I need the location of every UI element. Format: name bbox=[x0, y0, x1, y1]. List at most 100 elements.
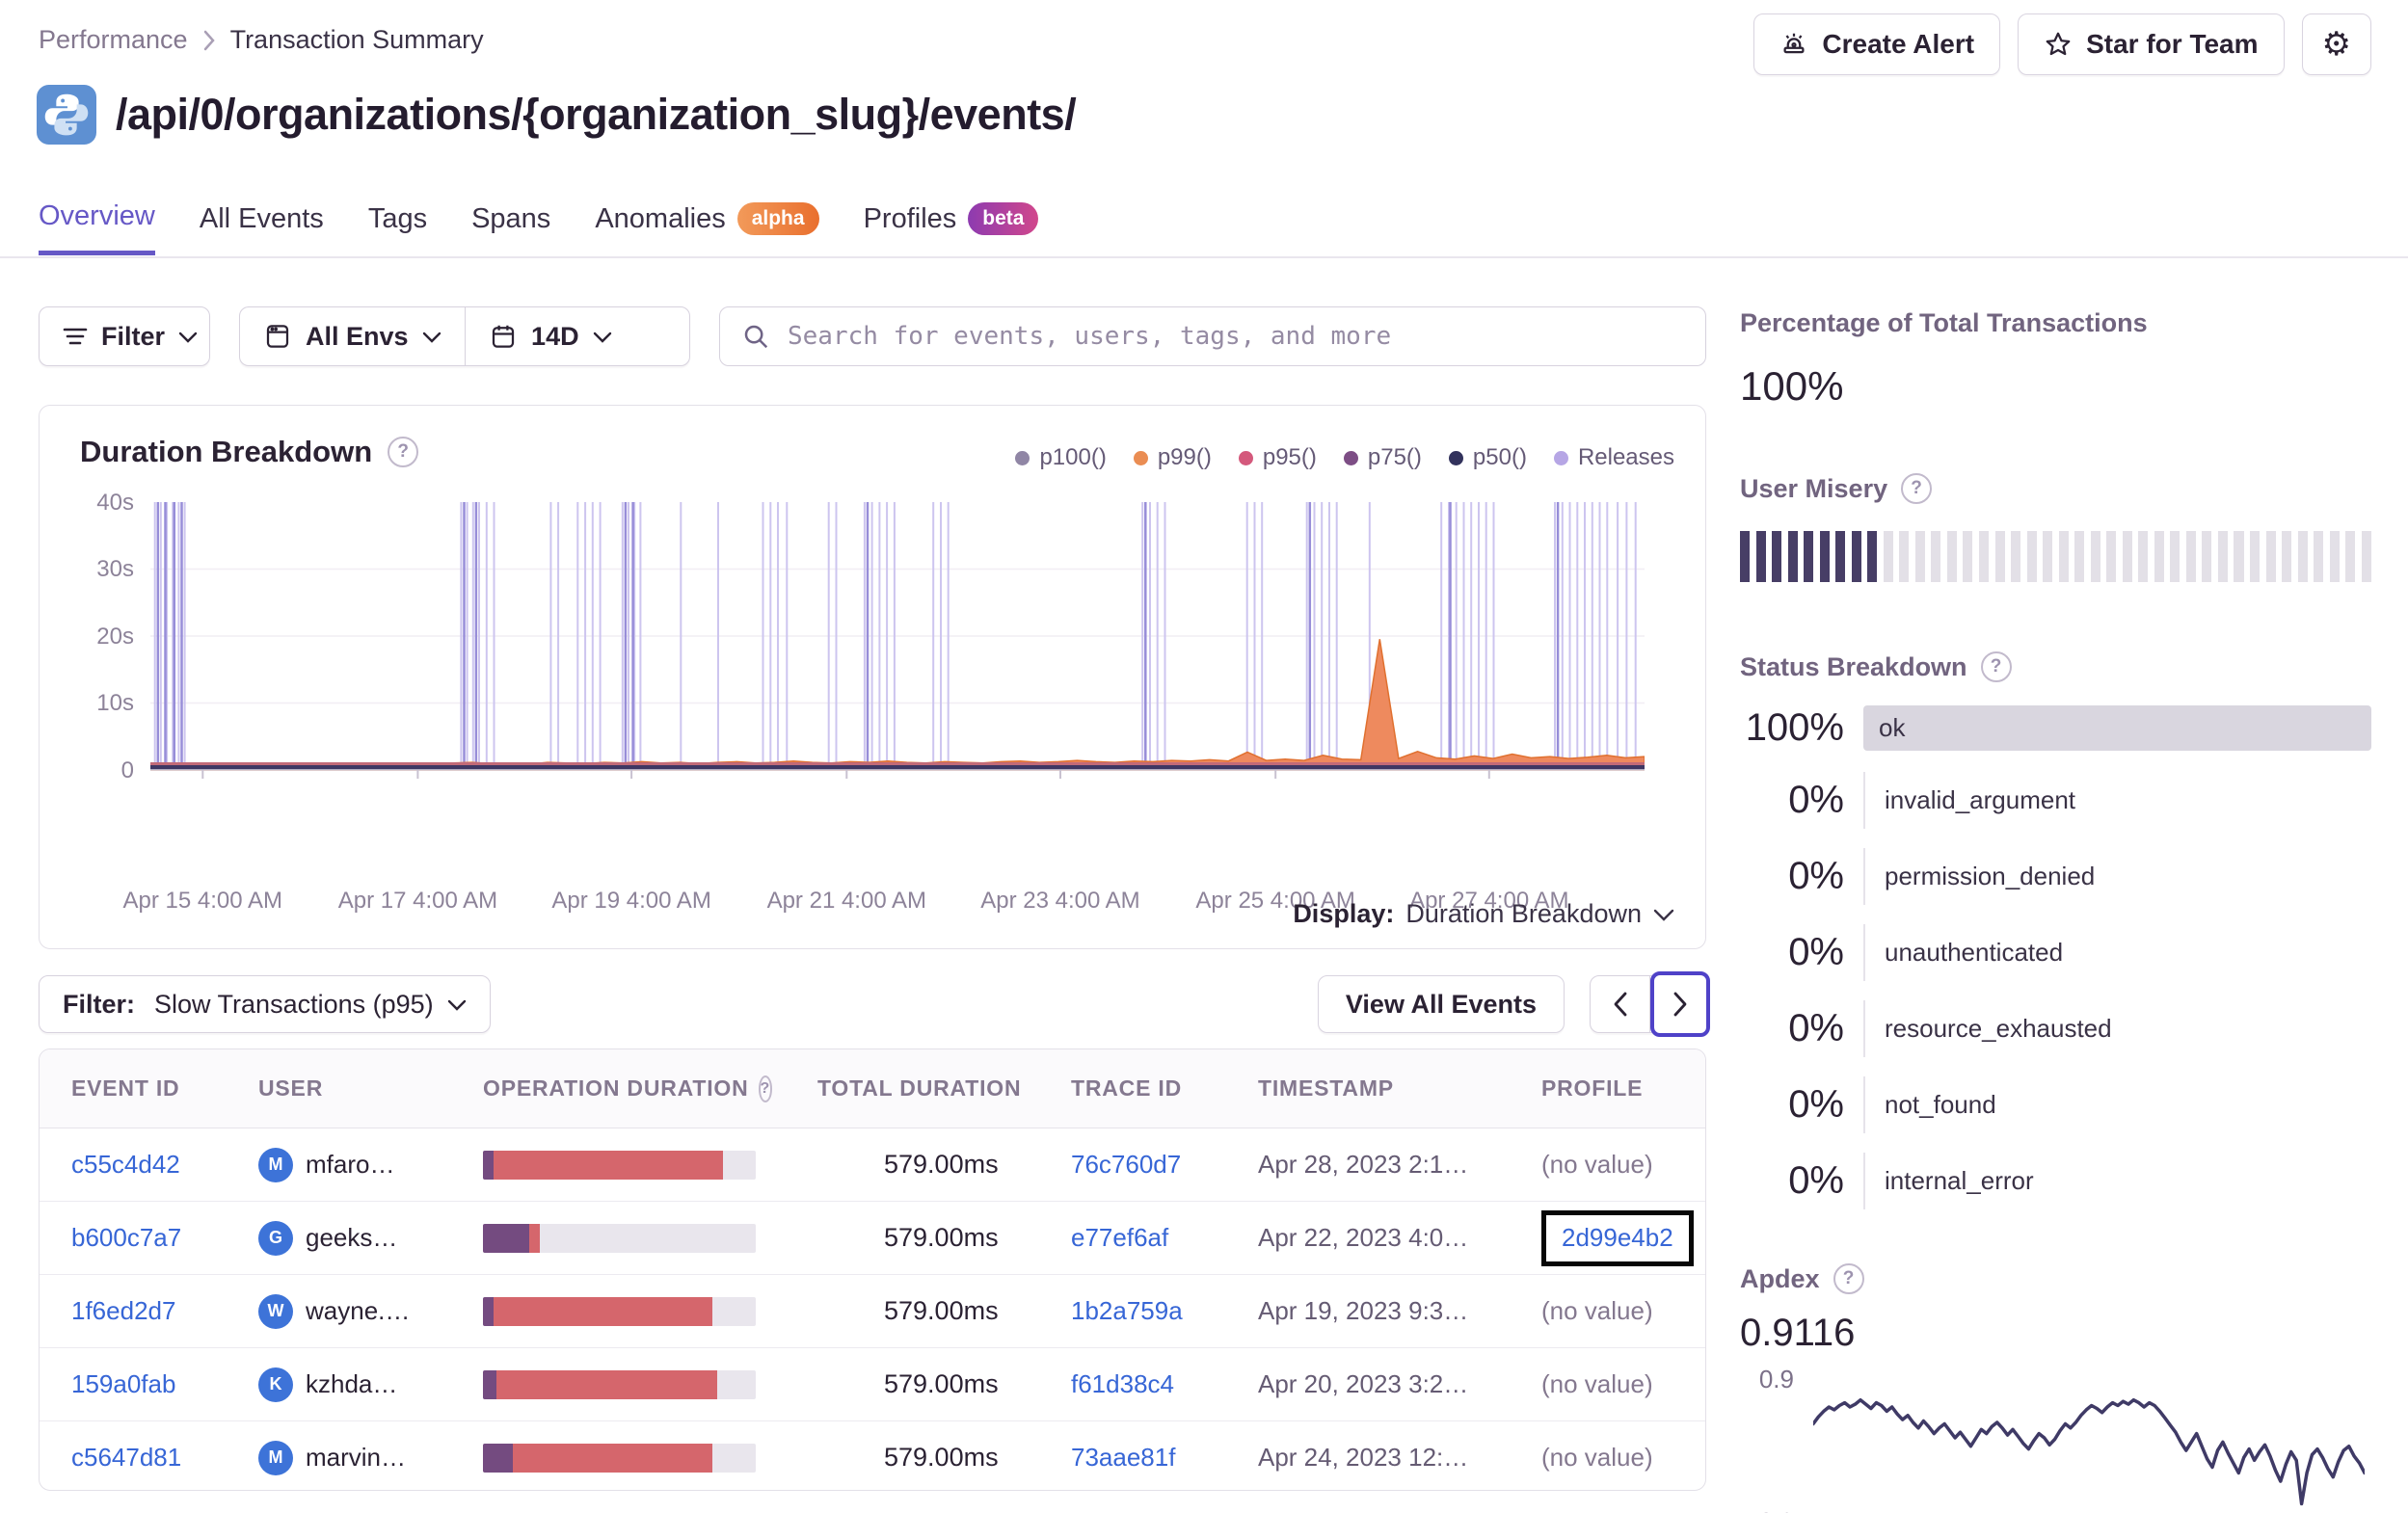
legend-releases[interactable]: Releases bbox=[1553, 444, 1674, 471]
status-breakdown-label: Status Breakdown bbox=[1740, 651, 1967, 681]
next-page-button[interactable] bbox=[1650, 971, 1710, 1037]
status-label: not_found bbox=[1863, 1076, 2371, 1133]
operation-duration-bar bbox=[483, 1150, 756, 1180]
column-header-user[interactable]: USER bbox=[239, 1075, 478, 1102]
tab-overview[interactable]: Overview bbox=[39, 200, 155, 255]
spark-y-bottom: 0.8 bbox=[1740, 1507, 1794, 1513]
total-transactions-value: 100% bbox=[1740, 363, 1844, 409]
settings-button[interactable]: ⚙ bbox=[2301, 13, 2371, 75]
table-row: b600c7a7 Ggeeks… 579.00ms e77ef6af Apr 2… bbox=[40, 1202, 1705, 1275]
timestamp: Apr 22, 2023 4:0… bbox=[1258, 1223, 1469, 1252]
column-header-total-duration[interactable]: TOTAL DURATION bbox=[772, 1075, 1052, 1102]
environment-label: All Envs bbox=[306, 321, 409, 351]
date-range-dropdown[interactable]: 14D bbox=[466, 307, 635, 365]
trace-id-link[interactable]: e77ef6af bbox=[1071, 1223, 1168, 1252]
status-label: permission_denied bbox=[1863, 848, 2371, 905]
total-transactions-section: Percentage of Total Transactions 100% bbox=[1740, 308, 2371, 410]
create-alert-button[interactable]: Create Alert bbox=[1753, 13, 2001, 75]
duration-breakdown-panel: Duration Breakdown ? p100() p99() p95() … bbox=[39, 405, 1706, 949]
column-header-event-id[interactable]: EVENT ID bbox=[40, 1075, 239, 1102]
environment-dropdown[interactable]: All Envs bbox=[240, 307, 465, 365]
legend-dot bbox=[1015, 450, 1030, 465]
event-id-link[interactable]: c5647d81 bbox=[71, 1443, 181, 1472]
help-icon[interactable]: ? bbox=[1901, 473, 1933, 504]
status-label: unauthenticated bbox=[1863, 924, 2371, 981]
event-id-link[interactable]: 159a0fab bbox=[71, 1369, 175, 1398]
user-avatar: G bbox=[258, 1220, 293, 1256]
highlight-target-box: 2d99e4b2 bbox=[1541, 1209, 1694, 1266]
profile-link[interactable]: 2d99e4b2 bbox=[1562, 1223, 1673, 1252]
profile-value: (no value) bbox=[1541, 1443, 1653, 1472]
tab-anomalies[interactable]: Anomalies alpha bbox=[595, 200, 819, 255]
column-header-profile[interactable]: PROFILE bbox=[1503, 1075, 1705, 1102]
spark-y-top: 0.9 bbox=[1758, 1365, 1794, 1394]
operation-duration-bar bbox=[483, 1443, 756, 1473]
event-id-link[interactable]: b600c7a7 bbox=[71, 1223, 181, 1252]
legend-p95[interactable]: p95() bbox=[1238, 444, 1317, 471]
tab-tags[interactable]: Tags bbox=[368, 200, 427, 255]
help-icon[interactable]: ? bbox=[1980, 651, 2012, 682]
breadcrumb-performance[interactable]: Performance bbox=[39, 25, 188, 55]
y-axis-tick: 0 bbox=[120, 757, 134, 783]
table-header-row: EVENT ID USER OPERATION DURATION? TOTAL … bbox=[40, 1049, 1705, 1128]
trace-id-link[interactable]: 1b2a759a bbox=[1071, 1296, 1183, 1325]
star-icon bbox=[2044, 30, 2073, 59]
legend-p100[interactable]: p100() bbox=[1015, 444, 1107, 471]
status-list: 100% ok 0% invalid_argument 0% permissio… bbox=[1740, 705, 2371, 1209]
help-icon[interactable]: ? bbox=[758, 1075, 773, 1102]
tab-all-events[interactable]: All Events bbox=[200, 200, 324, 255]
x-axis-tick: Apr 19 4:00 AM bbox=[551, 888, 711, 914]
trace-id-link[interactable]: 73aae81f bbox=[1071, 1443, 1175, 1472]
table-row: 1f6ed2d7 Wwayne.… 579.00ms 1b2a759a Apr … bbox=[40, 1275, 1705, 1348]
filter-dropdown[interactable]: Filter bbox=[39, 306, 210, 366]
column-header-timestamp[interactable]: TIMESTAMP bbox=[1238, 1075, 1503, 1102]
apdex-value: 0.9116 bbox=[1740, 1312, 1856, 1354]
operation-duration-bar bbox=[483, 1223, 756, 1253]
search-bar[interactable] bbox=[719, 306, 1706, 366]
status-pct: 0% bbox=[1788, 779, 1844, 821]
display-dropdown[interactable]: Display: Duration Breakdown bbox=[1293, 899, 1674, 929]
filter-lines-icon bbox=[63, 326, 88, 347]
event-id-link[interactable]: 1f6ed2d7 bbox=[71, 1296, 175, 1325]
breadcrumb-transaction-summary: Transaction Summary bbox=[229, 25, 484, 54]
legend-p50[interactable]: p50() bbox=[1448, 444, 1527, 471]
help-icon[interactable]: ? bbox=[1833, 1263, 1864, 1294]
help-icon[interactable]: ? bbox=[388, 437, 419, 467]
event-id-link[interactable]: c55c4d42 bbox=[71, 1150, 180, 1179]
toolbar-right: View All Events bbox=[1317, 971, 1710, 1037]
search-input[interactable] bbox=[786, 321, 1684, 352]
trace-id-link[interactable]: f61d38c4 bbox=[1071, 1369, 1174, 1398]
view-all-events-button[interactable]: View All Events bbox=[1317, 975, 1565, 1033]
status-label: resource_exhausted bbox=[1863, 1000, 2371, 1057]
alpha-badge: alpha bbox=[736, 202, 819, 235]
tab-profiles[interactable]: Profiles beta bbox=[864, 200, 1039, 255]
legend-p75[interactable]: p75() bbox=[1343, 444, 1422, 471]
filter-label: Filter bbox=[101, 321, 166, 351]
slow-transactions-filter[interactable]: Filter: Slow Transactions (p95) bbox=[39, 975, 491, 1033]
status-row-not-found: 0% not_found bbox=[1740, 1076, 2371, 1133]
previous-page-button[interactable] bbox=[1591, 976, 1650, 1032]
operation-duration-bar bbox=[483, 1369, 756, 1399]
user-name: wayne.… bbox=[306, 1296, 411, 1325]
total-transactions-label: Percentage of Total Transactions bbox=[1740, 308, 2148, 337]
status-row-invalid-argument: 0% invalid_argument bbox=[1740, 772, 2371, 829]
star-for-team-button[interactable]: Star for Team bbox=[2018, 13, 2285, 75]
status-pct: 0% bbox=[1788, 1007, 1844, 1049]
env-date-group: All Envs 14D bbox=[239, 306, 690, 366]
gear-icon: ⚙ bbox=[2321, 26, 2351, 63]
duration-chart-plot[interactable] bbox=[150, 502, 1645, 779]
column-header-operation-duration[interactable]: OPERATION DURATION? bbox=[478, 1075, 773, 1102]
legend-p99[interactable]: p99() bbox=[1133, 444, 1212, 471]
status-row-resource-exhausted: 0% resource_exhausted bbox=[1740, 1000, 2371, 1057]
tab-spans[interactable]: Spans bbox=[471, 200, 550, 255]
x-axis-tick: Apr 17 4:00 AM bbox=[337, 888, 498, 914]
search-icon bbox=[741, 322, 770, 351]
events-filter-value: Slow Transactions (p95) bbox=[154, 989, 434, 1019]
window-icon bbox=[263, 322, 292, 351]
status-label: ok bbox=[1879, 713, 1906, 742]
chevron-down-icon bbox=[447, 998, 467, 1011]
user-misery-bars bbox=[1740, 531, 2371, 582]
trace-id-link[interactable]: 76c760d7 bbox=[1071, 1150, 1181, 1179]
column-header-trace-id[interactable]: TRACE ID bbox=[1052, 1075, 1238, 1102]
total-duration: 579.00ms bbox=[884, 1223, 999, 1252]
